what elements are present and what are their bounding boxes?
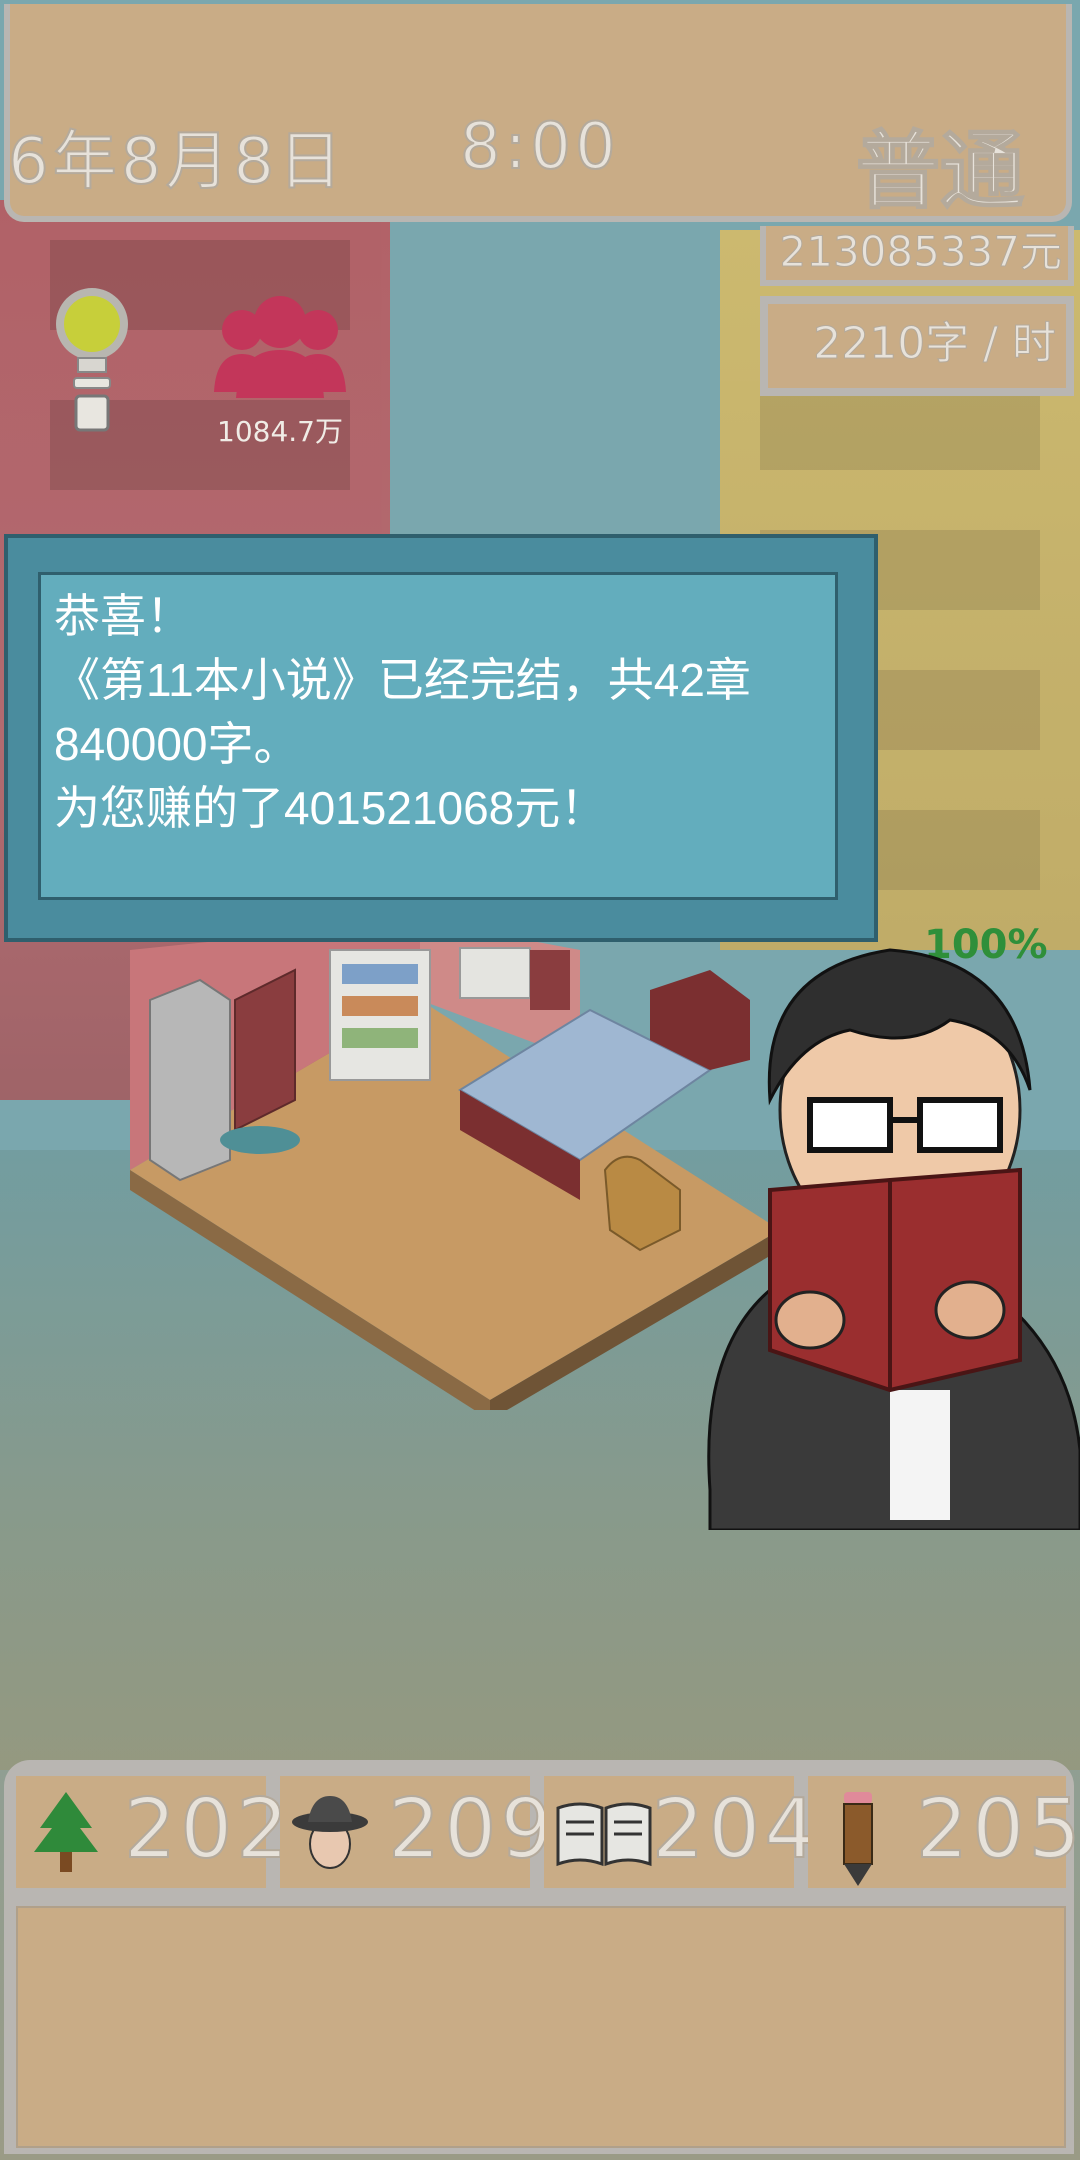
stat-value: 209	[387, 1781, 557, 1878]
people-icon	[214, 296, 346, 398]
stat-knowledge[interactable]: 204	[544, 1776, 818, 1888]
completion-message: 恭喜！ 《第11本小说》已经完结，共42章 840000字。 为您赚的了4015…	[54, 584, 834, 840]
writer-character	[690, 930, 1080, 1532]
fans-button[interactable]: 1084.7万	[210, 292, 350, 448]
stat-nature[interactable]: 202	[16, 1776, 290, 1888]
game-speed-button[interactable]: 普通	[855, 104, 1025, 225]
message-log-panel[interactable]	[16, 1906, 1066, 2148]
stat-detective[interactable]: 209	[280, 1776, 554, 1888]
open-book-icon	[554, 1788, 652, 1878]
stat-writing[interactable]: 205	[808, 1776, 1080, 1888]
money-display: 213085337元	[760, 226, 1074, 286]
message-line-1: 恭喜！	[54, 590, 192, 642]
game-date: 6年8月8日	[7, 124, 347, 200]
pencil-icon	[818, 1788, 898, 1886]
fans-count: 1084.7万	[217, 415, 343, 448]
stat-value: 204	[651, 1781, 821, 1878]
room-illustration	[120, 920, 780, 1420]
game-time: 8:00	[459, 109, 620, 185]
tree-icon	[26, 1788, 106, 1878]
stat-value: 205	[915, 1781, 1080, 1878]
writing-rate-display: 2210字 / 时	[760, 296, 1074, 396]
message-line-2: 《第11本小说》已经完结，共42章	[54, 654, 751, 706]
detective-hat-icon	[290, 1788, 370, 1878]
message-line-3: 840000字。	[54, 718, 300, 770]
lightbulb-icon[interactable]	[52, 282, 132, 462]
stat-value: 202	[123, 1781, 293, 1878]
message-line-4: 为您赚的了401521068元！	[54, 782, 607, 834]
